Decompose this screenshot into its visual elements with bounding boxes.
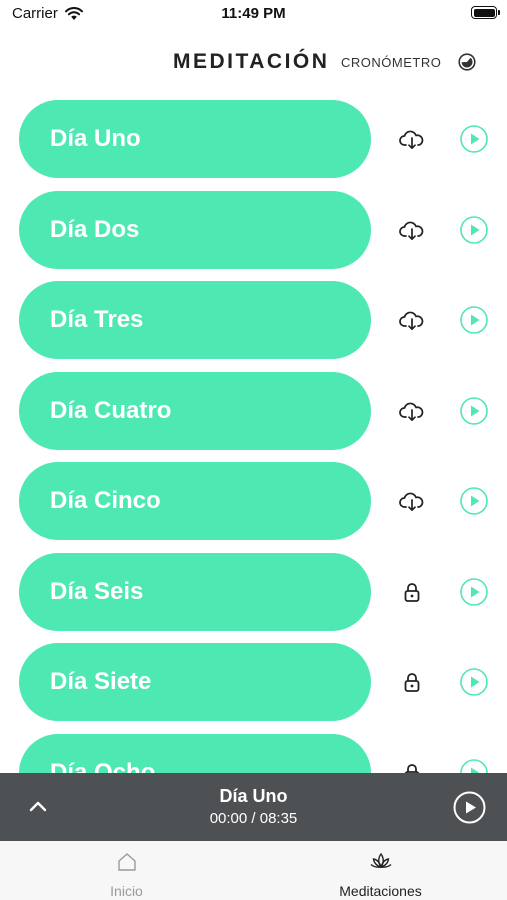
meditation-item-label: Día Seis — [50, 577, 144, 605]
tab-label-inicio: Inicio — [110, 883, 143, 899]
status-bar: Carrier 11:49 PM — [0, 0, 507, 28]
play-icon[interactable] — [459, 758, 489, 774]
meditation-item-button[interactable]: Día Dos — [19, 190, 371, 269]
meditation-item-button[interactable]: Día Siete — [19, 643, 371, 721]
play-icon[interactable] — [459, 215, 489, 245]
stopwatch-icon[interactable] — [458, 53, 476, 71]
meditation-row: Día Cinco — [0, 462, 507, 540]
meditation-item-label: Día Siete — [50, 668, 152, 695]
page-title: MEDITACIÓN — [173, 50, 330, 73]
lock-icon — [404, 673, 420, 692]
meditation-row: Día Uno — [0, 100, 507, 178]
status-time: 11:49 PM — [221, 5, 286, 22]
tab-bar: Inicio Meditaciones — [0, 841, 507, 900]
tab-inicio[interactable]: Inicio — [0, 841, 253, 900]
meditation-item-button[interactable]: Día Seis — [19, 552, 371, 631]
meditation-item-button[interactable]: Día Ocho — [19, 733, 371, 774]
cloud-download-icon[interactable] — [398, 217, 426, 245]
meditation-row: Día Dos — [0, 190, 507, 269]
cloud-download-icon[interactable] — [398, 398, 426, 426]
meditation-item-label: Día Cinco — [50, 487, 161, 514]
header: MEDITACIÓN CRONÓMETRO — [0, 48, 507, 78]
stopwatch-link[interactable]: CRONÓMETRO — [341, 55, 441, 70]
lotus-icon — [370, 852, 391, 869]
meditation-item-label: Día Dos — [50, 215, 140, 243]
meditation-row: Día Siete — [0, 643, 507, 721]
play-icon[interactable] — [459, 124, 489, 154]
player-title: Día Uno — [219, 786, 288, 806]
play-icon[interactable] — [459, 396, 489, 426]
meditation-item-label: Día Tres — [50, 306, 144, 333]
meditation-item-button[interactable]: Día Cuatro — [19, 371, 371, 450]
player-time: 00:00 / 08:35 — [209, 810, 298, 827]
meditation-row: Día Ocho — [0, 733, 507, 774]
meditation-item-button[interactable]: Día Cinco — [19, 462, 371, 540]
meditation-item-label: Día Ocho — [50, 758, 156, 774]
play-icon[interactable] — [459, 305, 489, 335]
meditation-list[interactable]: Día Uno Día Dos Día Tres Día Cuatro Día Cinc… — [0, 100, 507, 773]
meditation-item-button[interactable]: Día Tres — [19, 281, 371, 359]
lock-icon — [404, 763, 420, 773]
tab-meditaciones[interactable]: Meditaciones — [254, 841, 507, 900]
meditation-row: Día Cuatro — [0, 371, 507, 450]
meditation-row: Día Tres — [0, 281, 507, 359]
cloud-download-icon[interactable] — [398, 126, 426, 154]
play-icon[interactable] — [459, 577, 489, 607]
meditation-item-button[interactable]: Día Uno — [19, 100, 371, 178]
play-icon[interactable] — [459, 486, 489, 516]
cloud-download-icon[interactable] — [398, 488, 426, 516]
meditation-item-label: Día Uno — [50, 125, 141, 152]
meditation-row: Día Seis — [0, 552, 507, 631]
battery-icon — [471, 6, 500, 19]
home-icon — [117, 853, 136, 871]
tab-label-meditaciones: Meditaciones — [339, 883, 422, 899]
player-play-icon[interactable] — [453, 791, 486, 824]
cloud-download-icon[interactable] — [398, 307, 426, 335]
mini-player[interactable]: Día Uno 00:00 / 08:35 — [0, 773, 507, 841]
lock-icon — [404, 582, 420, 602]
play-icon[interactable] — [459, 667, 489, 697]
meditation-item-label: Día Cuatro — [50, 396, 172, 424]
